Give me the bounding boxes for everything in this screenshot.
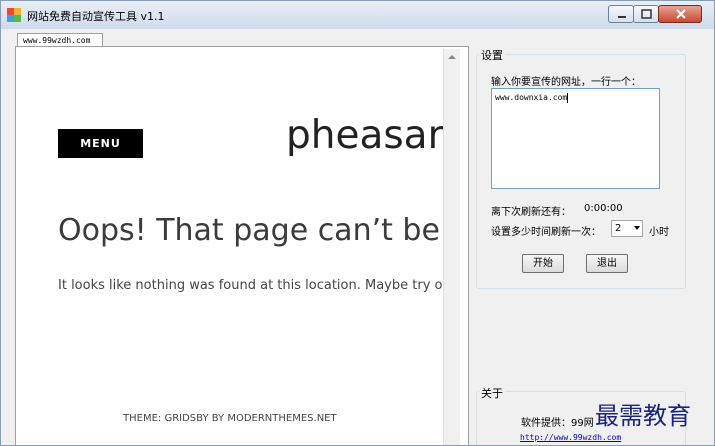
tab-site[interactable]: www.99wzdh.com <box>17 33 103 47</box>
chevron-down-icon <box>634 226 640 230</box>
url-textarea[interactable]: www.downxia.com <box>491 88 660 189</box>
close-button[interactable] <box>658 5 702 23</box>
minimize-button[interactable] <box>608 5 634 23</box>
watermark-text: 最需教育 <box>595 402 691 430</box>
countdown-value: 0:00:00 <box>584 203 623 214</box>
maximize-button[interactable] <box>633 5 659 23</box>
web-browser-view[interactable]: MENU pheasar Oops! That page can’t be It… <box>18 49 443 445</box>
interval-value: 2 <box>615 223 622 234</box>
error-message: It looks like nothing was found at this … <box>58 278 443 293</box>
url-value: www.downxia.com <box>495 93 568 102</box>
interval-select[interactable]: 2 <box>611 220 643 237</box>
start-button[interactable]: 开始 <box>522 254 564 273</box>
minimize-icon <box>618 16 626 18</box>
vertical-scrollbar[interactable] <box>443 49 460 445</box>
site-name: pheasar <box>286 113 443 158</box>
app-window: 网站免费自动宣传工具 v1.1 www.99wzdh.com MENU phea… <box>0 0 715 446</box>
exit-button[interactable]: 退出 <box>586 254 628 273</box>
window-title: 网站免费自动宣传工具 v1.1 <box>27 10 165 23</box>
theme-footer: THEME: GRIDSBY BY MODERNTHEMES.NET <box>123 413 337 424</box>
countdown-label: 离下次刷新还有： <box>491 207 571 218</box>
scroll-up-icon[interactable] <box>444 49 460 65</box>
url-label: 输入你要宣传的网址，一行一个： <box>491 77 641 88</box>
title-bar[interactable]: 网站免费自动宣传工具 v1.1 <box>1 1 714 29</box>
error-heading: Oops! That page can’t be <box>58 213 440 248</box>
text-caret <box>567 92 569 103</box>
site-menu-button[interactable]: MENU <box>58 129 143 158</box>
website-link[interactable]: http://www.99wzdh.com <box>520 433 621 442</box>
interval-unit: 小时 <box>649 227 669 238</box>
maximize-icon <box>641 9 652 19</box>
interval-label: 设置多少时间刷新一次： <box>491 227 601 238</box>
app-icon <box>7 8 21 22</box>
about-title: 关于 <box>479 385 505 401</box>
settings-title: 设置 <box>479 47 505 63</box>
provider-label: 软件提供：99网 <box>521 418 594 429</box>
close-icon <box>676 9 686 19</box>
